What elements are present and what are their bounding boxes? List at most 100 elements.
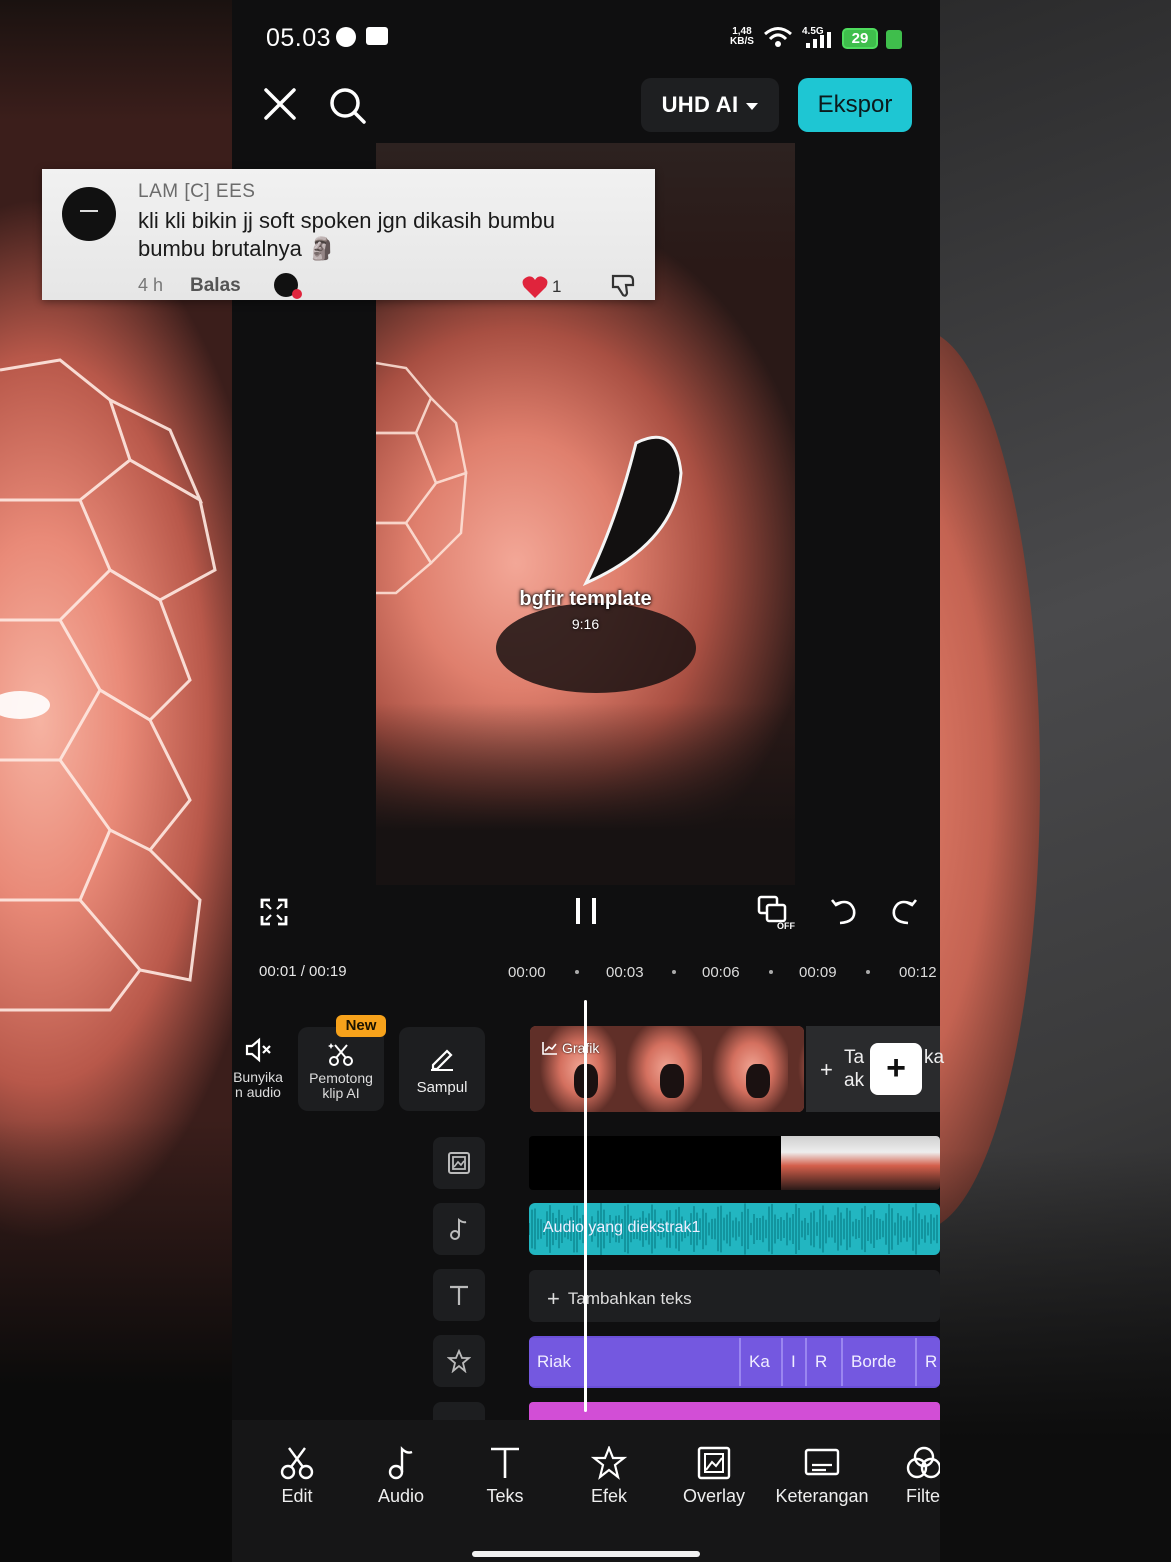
charging-icon — [886, 30, 902, 49]
text-icon — [450, 1285, 468, 1305]
effect-segment[interactable]: Ka — [739, 1338, 781, 1386]
keyframe-toggle-icon[interactable]: OFF — [757, 895, 797, 931]
audio-clip-label: Audio yang diekstrak1 — [543, 1219, 701, 1236]
bottom-toolbar: Edit Audio Teks Efek Overlay Keterangan … — [232, 1420, 940, 1562]
status-bar: 05.03 1,48 KB/S 4.5G 29 — [232, 0, 940, 78]
ruler-tick: 00:12 — [899, 964, 937, 981]
ruler-tick: 00:00 — [508, 964, 546, 981]
pause-icon — [576, 898, 580, 924]
chat-notification-icon — [336, 27, 356, 47]
add-ending-line1: Ta — [844, 1047, 865, 1068]
chevron-down-icon — [746, 102, 759, 110]
fullscreen-icon[interactable] — [260, 898, 288, 926]
battery-indicator: 29 — [842, 28, 878, 49]
scissors-icon — [280, 1447, 314, 1480]
scissors-sparkle-icon — [328, 1043, 353, 1066]
captions-icon — [804, 1448, 840, 1476]
home-indicator[interactable] — [472, 1551, 700, 1557]
comment-reply-sticker: LAM [C] EES kli kli bikin jj soft spoken… — [42, 169, 655, 300]
mute-label-line2: n audio — [235, 1084, 281, 1100]
audio-track-button[interactable] — [433, 1203, 485, 1255]
speaker-mute-icon — [245, 1037, 271, 1063]
effect-segment[interactable]: I — [781, 1338, 805, 1386]
nav-filters-label: Filte — [906, 1486, 940, 1506]
template-aspect-ratio: 9:16 — [571, 616, 600, 632]
video-recording-icon — [366, 27, 388, 45]
clip-graph-label: Grafik — [542, 1040, 599, 1056]
nav-edit-label: Edit — [281, 1486, 313, 1506]
music-note-icon — [388, 1446, 413, 1480]
signal-bars-icon — [806, 32, 831, 48]
ai-cutter-label-line2: klip AI — [322, 1085, 360, 1101]
overlay-track-button[interactable] — [433, 1137, 485, 1189]
comment-username: LAM [C] EES — [138, 181, 256, 202]
effects-track[interactable]: Riak Ka I R Borde R — [529, 1336, 940, 1388]
text-icon — [491, 1447, 519, 1478]
nav-filters[interactable]: Filte — [886, 1446, 940, 1507]
template-title: bgfir template — [519, 588, 652, 610]
network-speed-unit: KB/S — [730, 36, 754, 47]
mute-audio-button[interactable]: Bunyika n audio — [232, 1030, 284, 1100]
dislike-icon — [611, 274, 635, 297]
effects-track-button[interactable] — [433, 1335, 485, 1387]
ruler-tick: 00:09 — [799, 964, 837, 981]
creator-liked-icon — [274, 273, 302, 299]
undo-icon[interactable] — [830, 896, 858, 926]
filter-track-button[interactable] — [433, 1402, 485, 1420]
close-icon[interactable] — [262, 86, 298, 122]
audio-clip-track[interactable]: Audio yang diekstrak1 — [529, 1203, 940, 1255]
ruler-tick: 00:06 — [702, 964, 740, 981]
effect-segment[interactable]: R — [805, 1338, 841, 1386]
comment-text: kli kli bikin jj soft spoken jgn dikasih… — [138, 208, 555, 261]
like-count: 1 — [552, 277, 562, 296]
wifi-icon — [764, 27, 792, 47]
search-icon[interactable] — [328, 86, 368, 126]
mute-label-line1: Bunyika — [233, 1069, 283, 1085]
ruler-tick: 00:03 — [606, 964, 644, 981]
pencil-icon — [431, 1049, 453, 1071]
quality-dropdown[interactable]: UHD AI — [641, 78, 779, 132]
nav-captions-label: Keterangan — [775, 1486, 869, 1506]
network-speed: 1,48 KB/S — [730, 27, 754, 47]
text-track-button[interactable] — [433, 1269, 485, 1321]
cover-button[interactable]: Sampul — [399, 1027, 485, 1111]
add-text-label: + Tambahkan teks — [547, 1286, 692, 1311]
nav-overlay-label: Overlay — [682, 1486, 745, 1506]
filter-icon — [906, 1446, 940, 1479]
ai-cutter-label-line1: Pemotong — [309, 1070, 373, 1086]
nav-edit[interactable]: Edit — [247, 1446, 347, 1507]
star-effect-icon — [447, 1349, 471, 1373]
nav-text[interactable]: Teks — [455, 1446, 555, 1507]
nav-overlay[interactable]: Overlay — [664, 1446, 764, 1507]
playhead[interactable] — [584, 1000, 587, 1412]
add-ending-right-text: ka — [924, 1047, 945, 1068]
comment-time: 4 h — [138, 275, 164, 295]
reply-link: Balas — [190, 275, 241, 296]
playback-timecode: 00:01 / 00:19 — [259, 963, 347, 980]
nav-audio-label: Audio — [377, 1486, 425, 1506]
add-text-track[interactable]: + Tambahkan teks — [529, 1270, 940, 1322]
filter-track[interactable] — [529, 1402, 940, 1420]
overlay-clip-track[interactable] — [529, 1136, 940, 1190]
add-ending-line2: ak — [844, 1070, 865, 1091]
quality-label: UHD AI — [661, 92, 739, 117]
pause-button[interactable] — [574, 898, 598, 924]
heart-icon — [522, 276, 548, 298]
nav-text-label: Teks — [486, 1486, 524, 1506]
star-effect-icon — [591, 1446, 627, 1480]
graph-icon — [542, 1042, 557, 1055]
export-button[interactable]: Ekspor — [798, 78, 912, 132]
svg-text:OFF: OFF — [777, 921, 795, 931]
redo-icon[interactable] — [890, 896, 918, 926]
video-clip-track[interactable]: Grafik — [530, 1026, 804, 1112]
ai-clip-cutter-button[interactable]: Pemotong klip AI — [298, 1027, 384, 1111]
effect-segment[interactable]: R — [915, 1338, 940, 1386]
add-clip-button[interactable]: + — [870, 1043, 922, 1095]
clock: 05.03 — [266, 24, 332, 52]
nav-effects[interactable]: Efek — [559, 1446, 659, 1507]
nav-audio[interactable]: Audio — [351, 1446, 451, 1507]
effect-segment[interactable]: Riak — [529, 1338, 739, 1386]
nav-captions[interactable]: Keterangan — [764, 1446, 880, 1507]
nav-effects-label: Efek — [590, 1486, 628, 1506]
effect-segment[interactable]: Borde — [841, 1338, 915, 1386]
